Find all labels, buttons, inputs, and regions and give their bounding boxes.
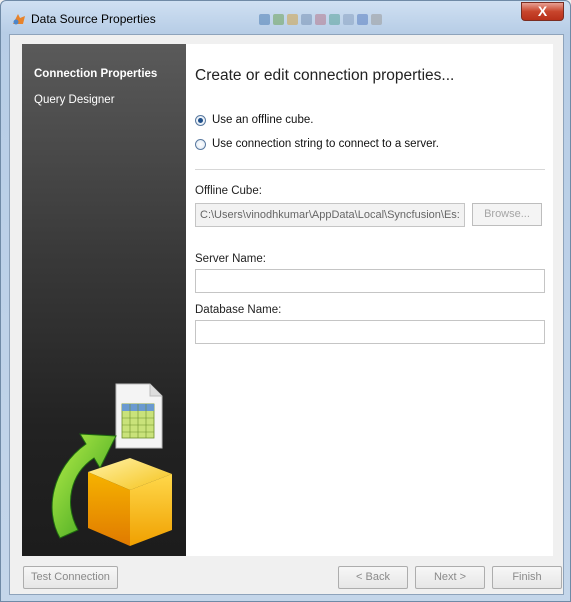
option-offline-cube[interactable]: Use an offline cube. [195,114,313,126]
back-button[interactable]: < Back [338,566,408,589]
close-icon: X [537,3,548,19]
test-connection-button[interactable]: Test Connection [23,566,118,589]
database-name-input[interactable] [195,320,545,344]
sidebar-item-query-designer[interactable]: Query Designer [34,94,115,106]
database-name-label: Database Name: [195,304,282,316]
next-button[interactable]: Next > [415,566,485,589]
cube-illustration [51,383,172,546]
offline-cube-input[interactable]: C:\Users\vinodhkumar\AppData\Local\Syncf… [195,203,465,227]
option-connection-string[interactable]: Use connection string to connect to a se… [195,138,439,150]
main-panel: Create or edit connection properties... … [186,44,553,556]
sidebar-item-connection-properties[interactable]: Connection Properties [34,68,157,80]
server-name-input[interactable] [195,269,545,293]
offline-cube-radio[interactable] [195,114,206,126]
window-title: Data Source Properties [31,12,156,26]
dialog-window: Data Source Properties X Connection Prop… [0,0,571,602]
server-name-label: Server Name: [195,253,266,265]
sidebar: Connection Properties Query Designer [22,44,186,556]
dialog-client: Connection Properties Query Designer Cre… [9,34,564,595]
title-decor [259,10,429,28]
finish-button[interactable]: Finish [492,566,562,589]
close-button[interactable]: X [521,2,564,21]
divider [195,169,545,170]
spreadsheet-icon [115,383,163,449]
connection-string-radio-label: Use connection string to connect to a se… [212,138,439,150]
page-heading: Create or edit connection properties... [195,67,455,84]
offline-cube-label: Offline Cube: [195,185,262,197]
connection-string-radio[interactable] [195,138,206,150]
cube-icon [88,458,172,546]
title-bar[interactable]: Data Source Properties X [1,1,570,35]
offline-cube-radio-label: Use an offline cube. [212,114,314,126]
browse-button[interactable]: Browse... [472,203,542,226]
app-icon [13,14,25,25]
